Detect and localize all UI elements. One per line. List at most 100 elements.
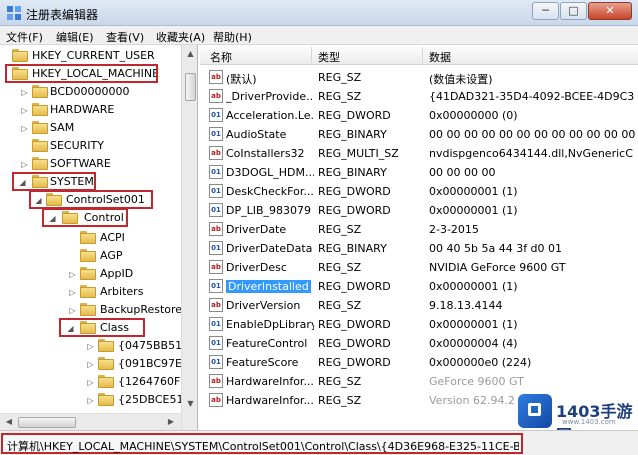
tree-item-hardware[interactable]: ▷ HARDWARE [0, 101, 181, 119]
tree-horizontal-scrollbar[interactable]: ◀ ▶ [0, 413, 181, 430]
value-row-selected[interactable]: 01 DriverInstalled REG_DWORD 0x00000001 … [200, 277, 638, 296]
value-name: Acceleration.Le... [226, 109, 314, 122]
tree-item-hkey-current-user[interactable]: HKEY_CURRENT_USER [0, 47, 181, 65]
expand-icon[interactable]: ▷ [20, 88, 29, 97]
menu-edit[interactable]: 编辑(E) [56, 29, 94, 45]
string-value-icon: ab [209, 393, 223, 407]
menu-help[interactable]: 帮助(H) [213, 29, 252, 45]
minimize-button[interactable]: ─ [532, 2, 559, 20]
scroll-left-icon[interactable]: ◀ [2, 415, 16, 429]
binary-value-icon: 01 [209, 279, 223, 293]
value-data: 00 40 5b 5a 44 3f d0 01 [429, 242, 563, 255]
highlight-box [59, 318, 145, 337]
highlight-box [42, 208, 128, 227]
expand-icon[interactable]: ▷ [86, 342, 95, 351]
column-header-data[interactable]: 数据 [429, 49, 451, 65]
value-row[interactable]: 01 FeatureControl REG_DWORD 0x00000004 (… [200, 334, 638, 353]
column-header-name[interactable]: 名称 [210, 49, 232, 65]
value-row[interactable]: ab HardwareInfor... REG_SZ GeForce 9600 … [200, 372, 638, 391]
tree-item-agp[interactable]: AGP [0, 247, 181, 265]
scroll-down-icon[interactable]: ▼ [184, 397, 197, 411]
value-name: HardwareInfor... [226, 394, 314, 407]
value-type: REG_SZ [318, 299, 362, 312]
registry-tree[interactable]: HKEY_CURRENT_USER HKEY_LOCAL_MACHINE ▷ B… [0, 45, 198, 430]
value-type: REG_SZ [318, 394, 362, 407]
expand-icon[interactable]: ▷ [68, 270, 77, 279]
value-row[interactable]: 01 DP_LIB_983079 REG_DWORD 0x00000001 (1… [200, 201, 638, 220]
value-name: DriverVersion [226, 299, 301, 312]
values-list[interactable]: 名称 类型 数据 ab (默认) REG_SZ (数值未设置) ab _Driv… [200, 45, 638, 430]
scroll-thumb[interactable] [185, 73, 196, 101]
value-name: AudioState [226, 128, 287, 141]
value-data: 2-3-2015 [429, 223, 479, 236]
selected-value-name[interactable]: DriverInstalled [226, 280, 311, 293]
value-type: REG_DWORD [318, 337, 391, 350]
binary-value-icon: 01 [209, 165, 223, 179]
tree-item-security[interactable]: SECURITY [0, 137, 181, 155]
watermark-url: www.1403.com [562, 418, 616, 426]
tree-item-software[interactable]: ▷ SOFTWARE [0, 155, 181, 173]
expand-icon[interactable]: ▷ [68, 288, 77, 297]
tree-item-label: Arbiters [100, 285, 144, 298]
tree-vertical-scrollbar[interactable]: ▲ ▼ [181, 45, 197, 430]
value-data: 00 00 00 00 [429, 166, 496, 179]
tree-item-appid[interactable]: ▷ AppID [0, 265, 181, 283]
value-data: nvdispgenco6434144.dll,NvGenericC [429, 147, 633, 160]
expand-icon[interactable]: ▷ [20, 160, 29, 169]
value-row[interactable]: ab DriverDesc REG_SZ NVIDIA GeForce 9600… [200, 258, 638, 277]
menu-view[interactable]: 查看(V) [106, 29, 144, 45]
value-row[interactable]: 01 EnableDpLibrary REG_DWORD 0x00000001 … [200, 315, 638, 334]
value-row[interactable]: ab (默认) REG_SZ (数值未设置) [200, 68, 638, 87]
expand-icon[interactable]: ▷ [86, 396, 95, 405]
value-row[interactable]: 01 D3DOGL_HDM... REG_BINARY 00 00 00 00 [200, 163, 638, 182]
scroll-right-icon[interactable]: ▶ [164, 415, 178, 429]
tree-item-label: HKEY_CURRENT_USER [32, 49, 155, 62]
tree-item-class-guid-4[interactable]: ▷ {25DBCE51- [0, 391, 187, 409]
status-path: 计算机\HKEY_LOCAL_MACHINE\SYSTEM\ControlSet… [7, 440, 519, 453]
menu-favorites[interactable]: 收藏夹(A) [156, 29, 205, 45]
value-row[interactable]: ab DriverVersion REG_SZ 9.18.13.4144 [200, 296, 638, 315]
expand-icon[interactable]: ▷ [20, 106, 29, 115]
scroll-thumb[interactable] [18, 417, 76, 428]
expand-icon[interactable]: ▷ [86, 378, 95, 387]
tree-item-label: SECURITY [50, 139, 104, 152]
value-row[interactable]: 01 AudioState REG_BINARY 00 00 00 00 00 … [200, 125, 638, 144]
value-row[interactable]: 01 Acceleration.Le... REG_DWORD 0x000000… [200, 106, 638, 125]
column-header-row: 名称 类型 数据 [200, 45, 638, 65]
cube-logo-icon [518, 394, 552, 428]
watermark-logo: 1403手游网 www.1403.com [512, 392, 638, 445]
value-row[interactable]: ab CoInstallers32 REG_MULTI_SZ nvdispgen… [200, 144, 638, 163]
value-row[interactable]: 01 DeskCheckFor... REG_DWORD 0x00000001 … [200, 182, 638, 201]
expand-icon[interactable]: ▷ [20, 124, 29, 133]
maximize-button[interactable]: □ [560, 2, 587, 20]
tree-item-bcd[interactable]: ▷ BCD00000000 [0, 83, 181, 101]
value-data: 00 00 00 00 00 00 00 00 00 00 00 00 [429, 128, 636, 141]
value-data: 9.18.13.4144 [429, 299, 503, 312]
tree-item-sam[interactable]: ▷ SAM [0, 119, 181, 137]
value-row[interactable]: 01 DriverDateData REG_BINARY 00 40 5b 5a… [200, 239, 638, 258]
expand-icon[interactable]: ▷ [86, 360, 95, 369]
tree-item-class-guid-2[interactable]: ▷ {091BC97E- [0, 355, 186, 373]
expand-icon[interactable]: ▷ [68, 306, 77, 315]
value-row[interactable]: ab DriverDate REG_SZ 2-3-2015 [200, 220, 638, 239]
folder-icon [98, 357, 114, 370]
column-header-type[interactable]: 类型 [318, 49, 340, 65]
tree-item-class-guid-3[interactable]: ▷ {1264760F-A [0, 373, 192, 391]
tree-item-backuprestore[interactable]: ▷ BackupRestore [0, 301, 182, 319]
menu-file[interactable]: 文件(F) [6, 29, 43, 45]
tree-item-class-guid-1[interactable]: ▷ {0475BB51- [0, 337, 186, 355]
value-data: 0x00000000 (0) [429, 109, 518, 122]
tree-item-acpi[interactable]: ACPI [0, 229, 181, 247]
scroll-up-icon[interactable]: ▲ [184, 47, 197, 61]
value-type: REG_SZ [318, 223, 362, 236]
value-data: NVIDIA GeForce 9600 GT [429, 261, 566, 274]
string-value-icon: ab [209, 89, 223, 103]
menu-bar: 文件(F) 编辑(E) 查看(V) 收藏夹(A) 帮助(H) [0, 26, 638, 45]
value-name: FeatureControl [226, 337, 308, 350]
value-name: DeskCheckFor... [226, 185, 314, 198]
close-button[interactable]: ✕ [588, 2, 632, 20]
value-row[interactable]: ab _DriverProvide... REG_SZ {41DAD321-35… [200, 87, 638, 106]
tree-item-arbiters[interactable]: ▷ Arbiters [0, 283, 181, 301]
value-data: 0x00000001 (1) [429, 185, 518, 198]
value-row[interactable]: 01 FeatureScore REG_DWORD 0x000000e0 (22… [200, 353, 638, 372]
